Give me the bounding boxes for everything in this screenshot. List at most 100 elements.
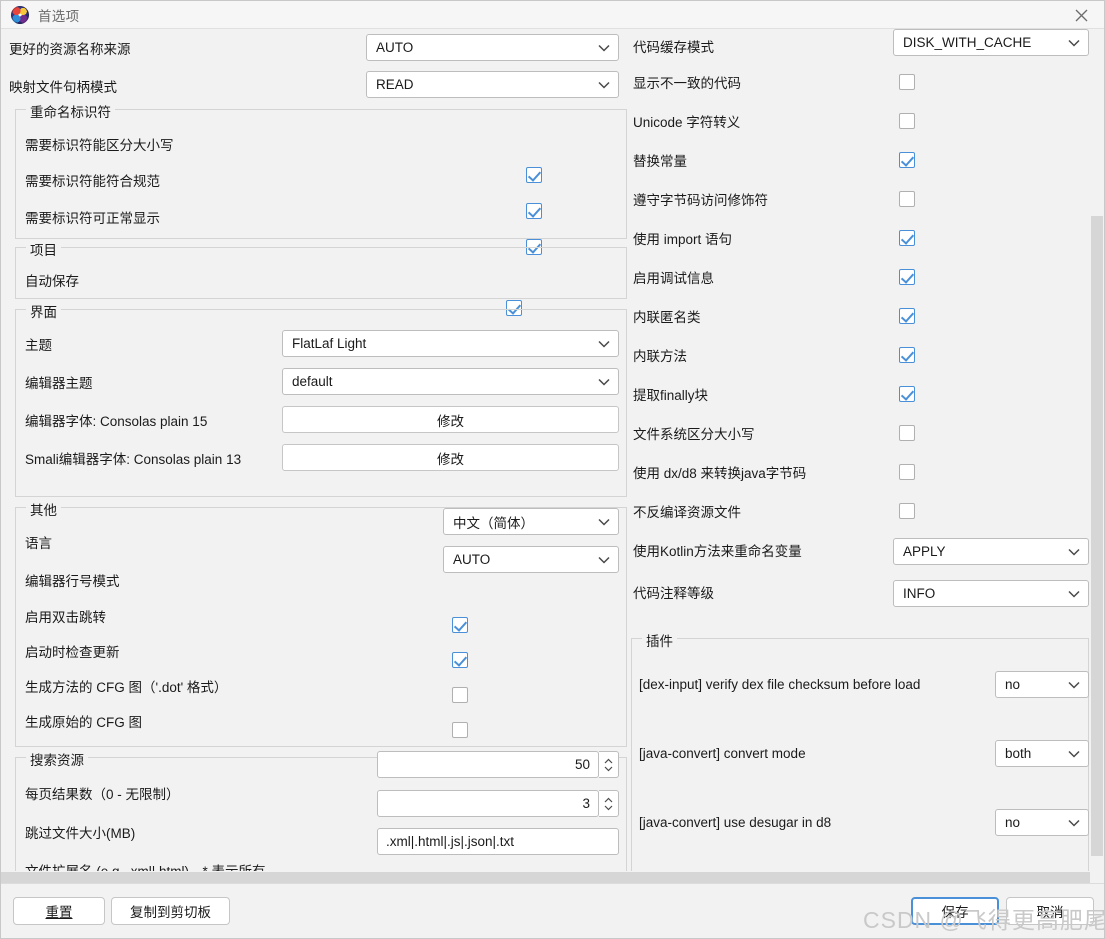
vertical-scrollbar-thumb[interactable] — [1091, 216, 1103, 856]
setting-label: 替换常量 — [633, 154, 687, 169]
setting-label: 使用 import 语句 — [633, 232, 733, 247]
checkbox-double-click-jump[interactable] — [452, 617, 468, 633]
dialog-footer: 重置 复制到剪切板 保存 取消 — [1, 883, 1104, 938]
plugin-dex-verify-checksum-combo[interactable]: no — [995, 671, 1089, 698]
close-icon[interactable] — [1058, 1, 1104, 29]
setting-row: 使用 import 语句 — [633, 219, 1088, 257]
setting-label: 生成原始的 CFG 图 — [25, 715, 142, 730]
checkbox-extract-finally-block[interactable] — [899, 386, 915, 402]
language-combo[interactable]: 中文（简体） — [443, 508, 619, 535]
chevron-down-icon — [592, 340, 616, 348]
checkbox-enable-debug-info[interactable] — [899, 269, 915, 285]
setting-label: [java-convert] convert mode — [639, 745, 806, 761]
checkbox-replace-constants[interactable] — [899, 152, 915, 168]
save-button[interactable]: 保存 — [911, 897, 999, 925]
plugin-java-convert-mode-combo[interactable]: both — [995, 740, 1089, 767]
file-extensions-input[interactable]: .xml|.html|.js|.json|.txt — [377, 828, 619, 855]
setting-row: 不反编译资源文件 — [633, 492, 1088, 530]
combo-value: READ — [376, 77, 414, 92]
checkbox-check-update-on-start[interactable] — [452, 652, 468, 668]
window-title: 首选项 — [38, 8, 80, 24]
setting-label: 启动时检查更新 — [25, 645, 120, 660]
setting-row: Unicode 字符转义 — [633, 102, 1088, 140]
checkbox-generate-raw-cfg[interactable] — [452, 722, 468, 738]
setting-row: 显示不一致的代码 — [633, 63, 1088, 101]
kotlin-rename-variables-combo[interactable]: APPLY — [893, 538, 1089, 565]
checkbox-inline-anonymous-classes[interactable] — [899, 308, 915, 324]
chevron-down-icon — [592, 44, 616, 52]
checkbox-inline-methods[interactable] — [899, 347, 915, 363]
setting-label: [dex-input] verify dex file checksum bef… — [639, 676, 921, 692]
line-number-mode-combo[interactable]: AUTO — [443, 546, 619, 573]
combo-value: APPLY — [903, 544, 946, 559]
smali-font-change-button[interactable]: 修改 — [282, 444, 619, 471]
checkbox-respect-bytecode-access-modifiers[interactable] — [899, 191, 915, 207]
group-title: 重命名标识符 — [26, 101, 115, 121]
resource-name-source-combo[interactable]: AUTO — [366, 34, 619, 61]
combo-value: default — [292, 374, 333, 389]
setting-row: 使用 dx/d8 来转换java字节码 — [633, 453, 1088, 491]
group-title: 搜索资源 — [26, 749, 88, 769]
setting-label: 内联匿名类 — [633, 310, 701, 325]
checkbox-skip-resources-decode[interactable] — [899, 503, 915, 519]
checkbox-use-imports[interactable] — [899, 230, 915, 246]
setting-label: 文件系统区分大小写 — [633, 427, 755, 442]
setting-row: 启用双击跳转 — [25, 597, 645, 635]
combo-value: INFO — [903, 586, 936, 601]
editor-theme-combo[interactable]: default — [282, 368, 619, 395]
checkbox-generate-method-cfg-dot[interactable] — [452, 687, 468, 703]
comment-level-combo[interactable]: INFO — [893, 580, 1089, 607]
chevron-down-icon — [592, 518, 616, 526]
combo-value: both — [1005, 746, 1032, 761]
group-title: 其他 — [26, 499, 61, 519]
title-bar: 首选项 — [1, 1, 1104, 29]
setting-label: 语言 — [25, 536, 52, 551]
editor-font-change-button[interactable]: 修改 — [282, 406, 619, 433]
chevron-down-icon — [1062, 548, 1086, 556]
setting-label: 需要标识符能区分大小写 — [25, 138, 174, 153]
chevron-down-icon — [1062, 819, 1086, 827]
results-per-page-input[interactable]: 50 — [377, 751, 599, 778]
setting-label: Unicode 字符转义 — [633, 115, 741, 130]
setting-row: 启动时检查更新 — [25, 632, 645, 670]
chevron-down-icon — [1062, 590, 1086, 598]
skip-file-size-stepper[interactable] — [599, 790, 619, 817]
reset-button[interactable]: 重置 — [13, 897, 105, 925]
setting-row: 生成原始的 CFG 图 — [25, 702, 645, 740]
setting-row: 生成方法的 CFG 图（'.dot' 格式） — [25, 667, 645, 705]
checkbox-unicode-escape[interactable] — [899, 113, 915, 129]
copy-to-clipboard-button[interactable]: 复制到剪切板 — [111, 897, 230, 925]
group-title: 界面 — [26, 301, 61, 321]
combo-value: AUTO — [453, 552, 491, 567]
vertical-scrollbar[interactable] — [1090, 29, 1104, 885]
setting-label: 内联方法 — [633, 349, 687, 364]
setting-row: 需要标识符可正常显示 — [25, 198, 645, 236]
setting-label: 编辑器主题 — [25, 376, 93, 391]
setting-label: 自动保存 — [25, 274, 79, 289]
preferences-dialog: 首选项 更好的资源名称来源 AUTO 映射文件句柄模式 READ 重命名标识符 … — [0, 0, 1105, 939]
skip-file-size-input[interactable]: 3 — [377, 790, 599, 817]
save-button-label: 保存 — [941, 905, 969, 920]
setting-label: 启用调试信息 — [633, 271, 714, 286]
setting-row: 内联匿名类 — [633, 297, 1088, 335]
group-title: 项目 — [26, 239, 61, 259]
mapping-file-handle-mode-combo[interactable]: READ — [366, 71, 619, 98]
setting-label: 主题 — [25, 338, 52, 353]
results-per-page-stepper[interactable] — [599, 751, 619, 778]
setting-row: 内联方法 — [633, 336, 1088, 374]
checkbox-show-inconsistent-code[interactable] — [899, 74, 915, 90]
combo-value: FlatLaf Light — [292, 336, 367, 351]
cancel-button[interactable]: 取消 — [1006, 897, 1094, 925]
setting-label: 使用 dx/d8 来转换java字节码 — [633, 466, 807, 481]
plugin-use-desugar-d8-combo[interactable]: no — [995, 809, 1089, 836]
copy-to-clipboard-label: 复制到剪切板 — [130, 905, 211, 920]
checkbox-fs-case-sensitive[interactable] — [899, 425, 915, 441]
checkbox-use-dx-d8[interactable] — [899, 464, 915, 480]
theme-combo[interactable]: FlatLaf Light — [282, 330, 619, 357]
setting-label: 遵守字节码访问修饰符 — [633, 193, 768, 208]
code-cache-mode-combo[interactable]: DISK_WITH_CACHE — [893, 29, 1089, 56]
setting-label: 需要标识符能符合规范 — [25, 174, 160, 189]
setting-label: Smali编辑器字体: Consolas plain 13 — [25, 452, 242, 467]
setting-label: 使用Kotlin方法来重命名变量 — [633, 544, 802, 559]
setting-label: 显示不一致的代码 — [633, 76, 741, 91]
